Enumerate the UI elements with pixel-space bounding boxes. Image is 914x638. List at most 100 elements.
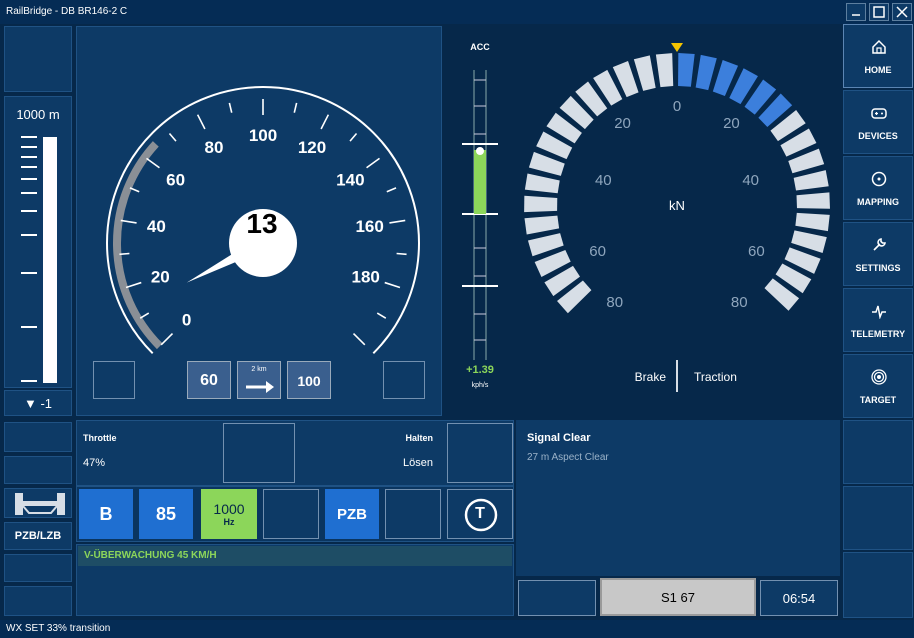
traction-segment	[678, 53, 695, 87]
distance-to-next-label: 2 km	[251, 366, 267, 373]
left-slot-1	[4, 422, 72, 452]
speed-tick	[352, 332, 366, 346]
nav-target[interactable]: TARGET	[843, 354, 913, 418]
speed-tick	[349, 132, 358, 142]
traction-segment	[793, 170, 829, 191]
gauge-divider	[676, 360, 678, 392]
acceleration-panel: ACC +1.39 kph/s	[446, 26, 514, 416]
status-bar: WX SET 33% transition	[0, 620, 914, 638]
nav-telemetry-label: TELEMETRY	[850, 329, 906, 339]
nav-settings-label: SETTINGS	[855, 263, 901, 273]
pzb-slot-1	[263, 489, 319, 539]
pzb-freq-unit: Hz	[223, 517, 235, 527]
speed-tick	[389, 219, 406, 224]
current-limit-value: 60	[200, 372, 218, 389]
distance-panel: 1000 m	[4, 96, 72, 388]
speed-tick-label: 20	[151, 267, 170, 286]
pzb-lzb-label: PZB/LZB	[14, 530, 62, 542]
speed-tick	[386, 187, 397, 193]
next-limit-indicator: 100	[287, 361, 331, 399]
nav-empty-1	[843, 420, 913, 484]
controls-panel: Throttle 47% Halten Lösen	[76, 420, 514, 486]
maximize-button[interactable]	[869, 3, 889, 21]
current-limit-indicator: 60	[187, 361, 231, 399]
speed-tick-label: 180	[352, 267, 380, 286]
speed-tick	[129, 187, 140, 193]
direction-indicator: ▼ -1	[4, 390, 72, 416]
brake-tick-label: 60	[589, 243, 606, 260]
minimize-icon	[852, 14, 860, 16]
nav-devices[interactable]: DEVICES	[843, 90, 913, 154]
throttle-label: Throttle	[83, 433, 117, 443]
nav-home[interactable]: HOME	[843, 24, 913, 88]
zero-marker	[671, 43, 683, 52]
traction-segment	[695, 54, 717, 91]
pzb-1000hz-indicator: 1000 Hz	[201, 489, 257, 539]
speedo-slot-left	[93, 361, 135, 399]
nav-mapping-label: MAPPING	[856, 197, 899, 207]
brake-segment	[524, 215, 560, 235]
nav-home-label: HOME	[864, 65, 892, 75]
traction-tick-label: 40	[742, 172, 759, 189]
brake-segment	[524, 195, 558, 213]
nav-empty-2	[843, 486, 913, 550]
minimize-button[interactable]	[846, 3, 866, 21]
title-bar: RailBridge - DB BR146-2 C	[0, 0, 914, 24]
nav-empty-3	[843, 552, 913, 618]
close-icon	[896, 6, 908, 18]
speed-tick	[293, 102, 298, 113]
speed-tick	[320, 114, 330, 130]
throttle-value: 47%	[83, 457, 106, 469]
distance-scale	[21, 136, 57, 383]
brake-slot	[447, 423, 513, 483]
coupler-icon	[15, 493, 65, 515]
nav-mapping[interactable]: MAPPING	[843, 156, 913, 220]
speed-tick-label: 80	[205, 138, 224, 157]
speedometer-panel: 0 20 40 60 80 100 120 140 160 180 13 60 2 km 100	[76, 26, 442, 416]
wrench-icon	[873, 238, 886, 251]
left-slot-top	[4, 26, 72, 92]
home-icon	[872, 39, 886, 54]
throttle-slot	[223, 423, 295, 483]
nav-target-label: TARGET	[859, 395, 897, 405]
arrow-right-icon	[246, 381, 274, 393]
t-button[interactable]: T	[447, 489, 513, 539]
brake-hold-label: Halten	[405, 433, 433, 443]
brake-label: Brake	[634, 370, 666, 384]
brake-tick-label: 20	[614, 115, 631, 132]
pzb-panel: B 85 1000 Hz PZB T	[76, 486, 514, 542]
left-slot-3	[4, 554, 72, 582]
pzb-slot-2	[385, 489, 441, 539]
acceleration-value: +1.39	[466, 364, 494, 376]
coupler-panel	[4, 488, 72, 518]
speed-tick-label: 60	[166, 171, 185, 190]
nav-telemetry[interactable]: TELEMETRY	[843, 288, 913, 352]
pzb-freq-value: 1000	[213, 501, 245, 517]
maximize-icon	[873, 6, 885, 18]
speed-tick	[366, 157, 380, 169]
acceleration-unit: kph/s	[471, 382, 489, 389]
clock-display: 06:54	[760, 580, 838, 616]
nav-settings[interactable]: SETTINGS	[843, 222, 913, 286]
speed-tick-label: 140	[336, 171, 364, 190]
footer-slot	[518, 580, 596, 616]
gamepad-icon	[871, 108, 887, 119]
signal-panel: Signal Clear 27 m Aspect Clear	[516, 420, 840, 576]
left-slot-4	[4, 586, 72, 616]
speed-tick-label: 100	[249, 126, 277, 145]
distance-label: 1000 m	[16, 107, 60, 122]
acceleration-label: ACC	[470, 42, 490, 52]
window-title: RailBridge - DB BR146-2 C	[6, 6, 128, 17]
direction-value: ▼ -1	[23, 396, 53, 411]
traction-tick-label: 80	[731, 294, 748, 311]
close-button[interactable]	[892, 3, 912, 21]
speed-tick-label: 40	[147, 217, 166, 236]
speed-tick	[196, 114, 206, 130]
force-gauge: 0 20 40 60 80 20 40 60 80 kN	[524, 43, 830, 314]
t-label: T	[475, 505, 485, 522]
next-limit-value: 100	[297, 373, 321, 389]
speed-tick-label: 120	[298, 138, 326, 157]
speed-tick	[396, 252, 407, 256]
current-speed-readout: 13	[246, 208, 278, 239]
speed-tick	[139, 312, 150, 319]
